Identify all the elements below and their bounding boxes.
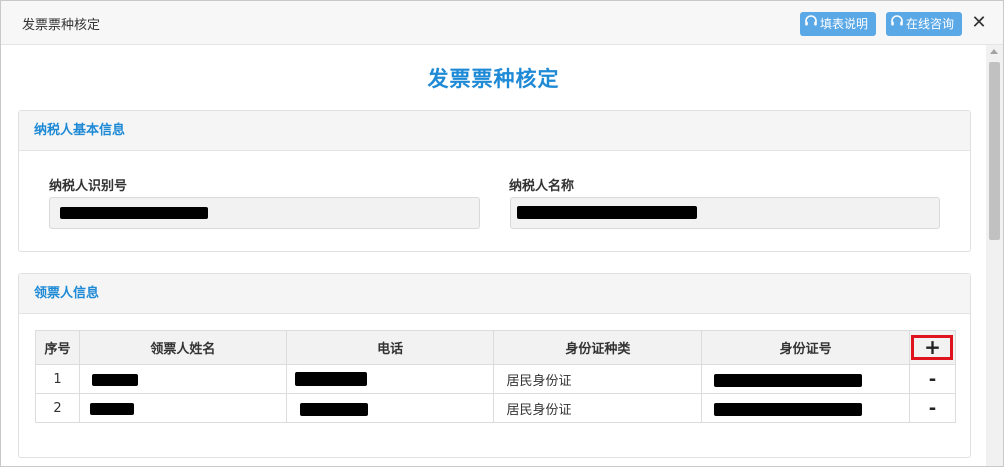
table-header-row: 序号 领票人姓名 电话 身份证种类 身份证号 + [35, 330, 957, 365]
column-header-index: 序号 [35, 330, 80, 365]
column-header-phone: 电话 [285, 330, 495, 365]
taxpayer-panel-header: 纳税人基本信息 [19, 111, 970, 151]
redaction-mark [517, 206, 697, 219]
row-index: 1 [35, 364, 80, 394]
recipient-name-cell[interactable] [78, 364, 287, 394]
column-header-actions: + [908, 330, 957, 365]
id-number-cell[interactable] [701, 393, 910, 423]
column-header-id-number: 身份证号 [701, 330, 910, 365]
id-number-cell[interactable] [701, 364, 910, 394]
redaction-mark [714, 374, 863, 387]
headset-icon [890, 12, 904, 36]
taxpayer-name-label: 纳税人名称 [509, 179, 575, 194]
redaction-mark [714, 403, 863, 416]
vertical-scrollbar[interactable] [986, 45, 1003, 466]
consult-button[interactable]: 在线咨询 [886, 12, 962, 36]
dialog-window: 发票票种核定 填表说明 在线咨询 ✕ 发票票种核定 纳税人基本信息 纳税人识别号… [0, 0, 1004, 467]
column-header-id-type: 身份证种类 [493, 330, 703, 365]
consult-button-label: 在线咨询 [906, 17, 955, 31]
scrollbar-thumb[interactable] [989, 62, 1000, 240]
page-title: 发票票种核定 [427, 67, 560, 91]
guide-button[interactable]: 填表说明 [800, 12, 876, 36]
table-row: 1 居民身份证 - [35, 364, 957, 394]
taxpayer-id-field[interactable] [49, 197, 480, 229]
row-index: 2 [35, 393, 80, 423]
taxpayer-id-label: 纳税人识别号 [49, 179, 128, 194]
recipient-info-panel: 领票人信息 序号 领票人姓名 电话 身份证种类 身份证号 + 1 居民身份证 - [18, 273, 971, 458]
guide-button-label: 填表说明 [820, 17, 869, 31]
redaction-mark [299, 403, 368, 416]
scroll-up-arrow-icon[interactable] [990, 49, 998, 54]
column-header-name: 领票人姓名 [78, 330, 287, 365]
redaction-mark [60, 207, 208, 219]
close-icon[interactable]: ✕ [969, 12, 989, 34]
redaction-mark [89, 403, 134, 415]
id-type-cell[interactable]: 居民身份证 [493, 393, 703, 423]
add-recipient-button[interactable]: + [911, 335, 954, 360]
title-bar: 发票票种核定 填表说明 在线咨询 ✕ [1, 1, 1003, 45]
id-type-cell[interactable]: 居民身份证 [493, 364, 703, 394]
phone-cell[interactable] [285, 393, 495, 423]
recipient-panel-header: 领票人信息 [19, 274, 970, 314]
remove-row-cell: - [908, 364, 957, 394]
taxpayer-name-field[interactable] [510, 197, 940, 229]
redaction-mark [294, 372, 367, 386]
redaction-mark [91, 374, 138, 386]
recipient-table: 序号 领票人姓名 电话 身份证种类 身份证号 + 1 居民身份证 - 2 居民身… [35, 330, 957, 423]
remove-row-button[interactable]: - [929, 398, 936, 419]
recipient-name-cell[interactable] [78, 393, 287, 423]
remove-row-cell: - [908, 393, 957, 423]
table-row: 2 居民身份证 - [35, 393, 957, 423]
taxpayer-info-panel: 纳税人基本信息 纳税人识别号 纳税人名称 [18, 110, 971, 252]
window-title: 发票票种核定 [22, 18, 101, 33]
remove-row-button[interactable]: - [929, 369, 936, 390]
headset-icon [804, 12, 818, 36]
phone-cell[interactable] [285, 364, 495, 394]
